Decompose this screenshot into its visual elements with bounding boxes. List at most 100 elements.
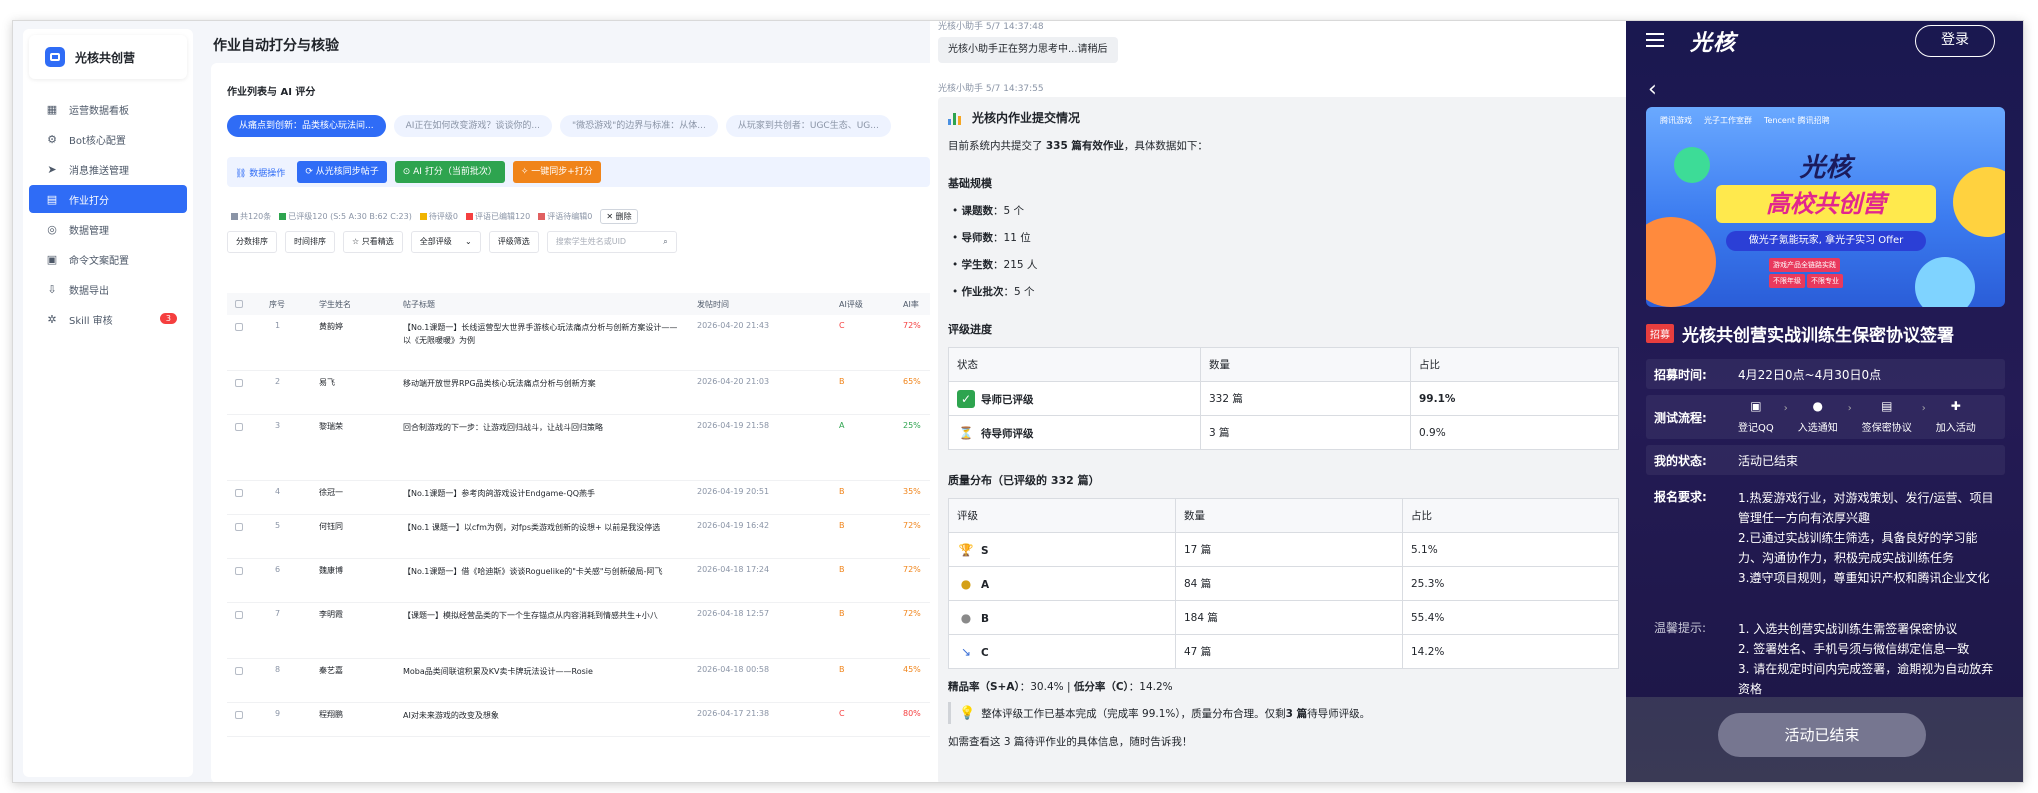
table-row[interactable]: 7 李明霞 【课题一】模拟经营品类的下一个生存锚点从内容消耗到情感共生+小八 2026… [227, 603, 930, 659]
delete-icon: ✕ [606, 212, 616, 221]
sidebar-item-export[interactable]: ⇩ 数据导出 [29, 275, 187, 303]
flow-step: ● 入选通知 [1797, 399, 1838, 434]
post-title[interactable]: 【No.1课题一】参考肉鸽游戏设计Endgame-QQ燕手 [403, 487, 683, 500]
select-all-checkbox[interactable] [235, 300, 243, 308]
sidebar-item-label: 数据管理 [69, 225, 109, 237]
sync-posts-button[interactable]: ⟳ 从光核同步帖子 [297, 161, 387, 183]
tip-line: 3. 请在规定时间内完成签署，逾期视为自动放弃资格 [1738, 662, 1994, 696]
answer-title: 光核内作业提交情况 [948, 109, 1622, 126]
table-row[interactable]: 2 易飞 移动端开放世界RPG品类核心玩法痛点分析与创新方案 2026-04-20 2… [227, 371, 930, 415]
student-name: 徐冠一 [319, 488, 343, 497]
mobile-header: 光核 登录 [1626, 21, 2023, 61]
sidebar-item-bot-config[interactable]: ⚙ Bot核心配置 [29, 125, 187, 153]
post-title[interactable]: 【No.1课题一】借《哈迪斯》谈谈Roguelike的"卡关感"与创新破局-阿飞 [403, 565, 683, 578]
sidebar-item-commands[interactable]: ▣ 命令文案配置 [29, 245, 187, 273]
row-number: 2 [275, 377, 281, 386]
delete-button[interactable]: ✕ 删除 [600, 209, 638, 224]
bolt-icon: ✧ [520, 167, 532, 177]
progress-title: 评级进度 [948, 323, 992, 336]
row-label: 报名要求: [1654, 490, 1707, 504]
sidebar-item-data[interactable]: ◎ 数据管理 [29, 215, 187, 243]
screenshot-frame: 光核共创营 ▦ 运营数据看板 ⚙ Bot核心配置 ➤ 消息推送管理 ▤ 作业打分… [12, 20, 2024, 783]
banner-tags: 游戏产品全链路实践 不限年级 不限专业 [1768, 257, 1844, 289]
header-cell: 数量 [1200, 347, 1411, 382]
search-input[interactable]: 搜索学生姓名或UID ⌕ [546, 231, 677, 253]
ai-grade: B [839, 377, 845, 386]
count-cell: 3 篇 [1200, 415, 1411, 450]
table-row[interactable]: 8 秦艺嘉 Moba品类间联谊积累及KV卖卡牌玩法设计——Rosie 2026-04-… [227, 659, 930, 703]
flow-step: ▣ 登记QQ [1738, 399, 1774, 434]
table-row[interactable]: 6 魏康博 【No.1课题一】借《哈迪斯》谈谈Roguelike的"卡关感"与创新破… [227, 559, 930, 603]
grade-filter-button[interactable]: 评级筛选 [488, 231, 539, 253]
requirement-line: 1.热爱游戏行业，对游戏策划、发行/运营、项目管理任一方向有浓厚兴趣 [1738, 491, 1994, 525]
filter-bar: 分数排序 时间排序 ☆ 只看精选 全部评级 ⌄ 评级筛选 搜索学生姓名或UID ⌕ [227, 231, 677, 253]
menu-icon[interactable] [1646, 33, 1664, 47]
post-time: 2026-04-20 21:43 [697, 321, 770, 330]
basic-item: 作业批次：5 个 [948, 284, 1622, 299]
topic-chip[interactable]: "微恐游戏"的边界与标准：从体... [560, 115, 718, 137]
header-title: 帖子标题 [403, 300, 435, 309]
basic-item: 导师数：11 位 [948, 230, 1622, 245]
back-icon[interactable]: ‹ [1648, 77, 1657, 102]
post-title[interactable]: 【No.1课题一】长线运营型大世界手游核心玩法痛点分析与创新方案设计——以《无限… [403, 321, 683, 347]
table-row[interactable]: 1 黄韵婷 【No.1课题一】长线运营型大世界手游核心玩法痛点分析与创新方案设计——… [227, 315, 930, 371]
student-name: 易飞 [319, 378, 335, 387]
login-button[interactable]: 登录 [1915, 25, 1995, 57]
header-time: 发帖时间 [697, 300, 729, 309]
sidebar-item-grading[interactable]: ▤ 作业打分 [29, 185, 187, 213]
sidebar-item-push[interactable]: ➤ 消息推送管理 [29, 155, 187, 183]
row-checkbox[interactable] [235, 489, 243, 497]
count-cell: 17 篇 [1175, 532, 1403, 567]
post-title[interactable]: 移动端开放世界RPG品类核心玩法痛点分析与创新方案 [403, 377, 683, 390]
post-title[interactable]: AI对未来游戏的改变及想象 [403, 709, 683, 722]
chat-panel: 光核小助手 5/7 14:37:48 光核小助手正在努力思考中...请稍后 光核… [930, 21, 1633, 782]
table-row[interactable]: 5 何钰同 【No.1 课题一】以cfm为例，对fps类游戏创新的设想+ 以前是我没… [227, 515, 930, 559]
row-checkbox[interactable] [235, 323, 243, 331]
event-ended-button[interactable]: 活动已结束 [1718, 713, 1926, 757]
stat-pending-edit: 评语待编辑0 [538, 211, 592, 222]
row-checkbox[interactable] [235, 667, 243, 675]
header-grade: AI评级 [839, 300, 863, 309]
post-title[interactable]: 【No.1 课题一】以cfm为例，对fps类游戏创新的设想+ 以前是我没停选 [403, 521, 683, 534]
qq-register-icon: ▣ [1750, 399, 1762, 413]
ai-score-button[interactable]: ⊙ AI 打分（当前批次） [394, 161, 505, 183]
brand[interactable]: 光核共创营 [29, 35, 187, 79]
row-checkbox[interactable] [235, 711, 243, 719]
stats-bar: 共120条 已评级120 (S:5 A:30 B:62 C:23) 待评级0 评… [231, 209, 638, 224]
sync-and-score-button[interactable]: ✧ 一键同步+打分 [512, 161, 601, 183]
row-checkbox[interactable] [235, 379, 243, 387]
sidebar-item-skill-review[interactable]: ✲ Skill 审核 3 [29, 305, 187, 333]
database-icon: ◎ [47, 222, 57, 236]
table-row[interactable]: 9 程翔鹏 AI对未来游戏的改变及想象 2026-04-17 21:38 C 80% [227, 703, 930, 737]
post-time: 2026-04-18 00:58 [697, 665, 770, 674]
star-icon: ☆ [352, 237, 362, 246]
dashboard-icon: ▦ [46, 102, 58, 116]
row-checkbox[interactable] [235, 423, 243, 431]
featured-only-button[interactable]: ☆ 只看精选 [343, 231, 403, 253]
row-value: 4月22日0点~4月30日0点 [1738, 368, 1882, 382]
table-row[interactable]: 4 徐冠一 【No.1课题一】参考肉鸽游戏设计Endgame-QQ燕手 2026-04… [227, 481, 930, 515]
post-title[interactable]: 【课题一】模拟经营品类的下一个生存锚点从内容消耗到情感共生+小八 [403, 609, 683, 622]
grade-select[interactable]: 全部评级 ⌄ [410, 231, 481, 253]
row-checkbox[interactable] [235, 567, 243, 575]
decor-shape [1646, 217, 1716, 307]
sort-by-time-button[interactable]: 时间排序 [285, 231, 335, 253]
student-name: 魏康博 [319, 566, 343, 575]
post-title[interactable]: Moba品类间联谊积累及KV卖卡牌玩法设计——Rosie [403, 665, 683, 678]
sidebar-item-label: 数据导出 [69, 285, 109, 297]
header-cell: 数量 [1175, 498, 1403, 533]
recruit-tag: 招募 [1646, 324, 1674, 343]
row-label: 温馨提示: [1654, 621, 1707, 635]
row-checkbox[interactable] [235, 523, 243, 531]
row-checkbox[interactable] [235, 611, 243, 619]
topic-chip[interactable]: 从玩家到共创者：UGC生态、UG... [725, 115, 891, 137]
tips: 温馨提示: 1. 入选共创营实战训练生需签署保密协议 2. 签署姓名、手机号须与… [1646, 619, 2005, 697]
table-row[interactable]: 3 黎瑞荣 回合制游戏的下一步：让游戏回归战斗，让战斗回归策略 2026-04-19 … [227, 415, 930, 481]
topic-chip[interactable]: AI正在如何改变游戏？谈谈你的... [393, 115, 552, 137]
topic-chip[interactable]: 从痛点到创新：品类核心玩法间... [227, 115, 386, 137]
student-name: 程翔鹏 [319, 710, 343, 719]
sidebar-item-dashboard[interactable]: ▦ 运营数据看板 [29, 95, 187, 123]
post-title[interactable]: 回合制游戏的下一步：让游戏回归战斗，让战斗回归策略 [403, 421, 683, 434]
count-cell: 332 篇 [1200, 381, 1411, 416]
sort-by-score-button[interactable]: 分数排序 [227, 231, 277, 253]
